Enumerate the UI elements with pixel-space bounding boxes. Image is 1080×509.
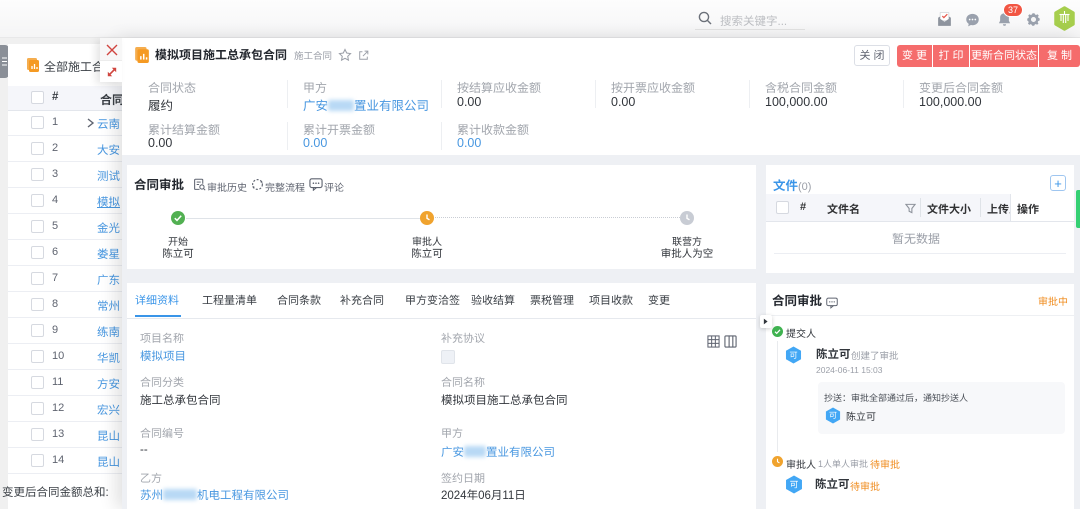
- svg-text:可: 可: [789, 350, 797, 361]
- svg-text:可: 可: [829, 410, 837, 421]
- svg-text:可: 可: [790, 479, 799, 491]
